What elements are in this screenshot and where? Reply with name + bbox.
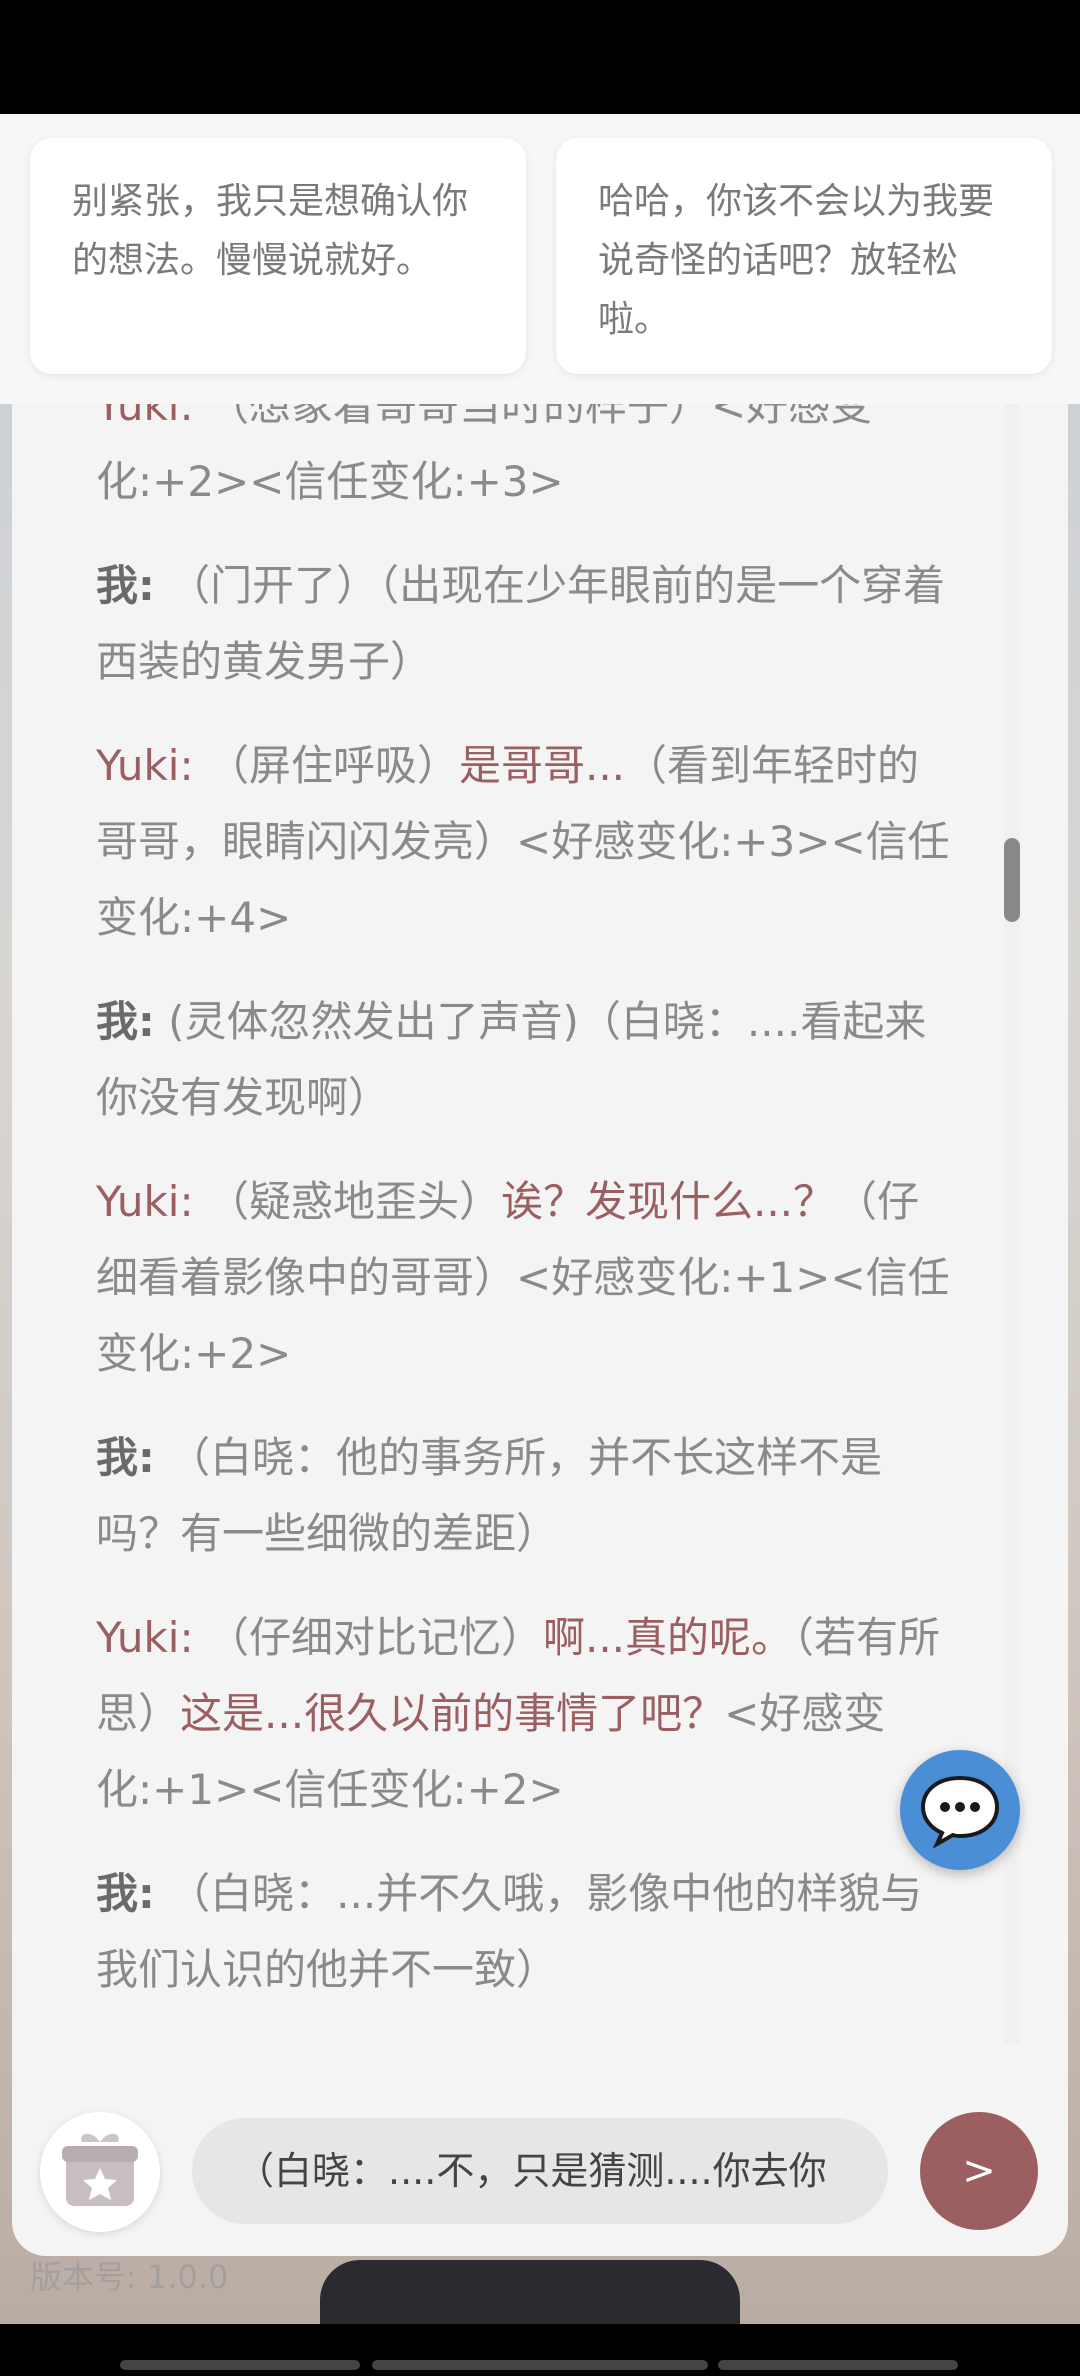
send-button[interactable]: > [920,2112,1038,2230]
suggestion-card[interactable]: 哈哈，你该不会以为我要说奇怪的话吧？放轻松啦。 [556,138,1052,374]
narration-text: （仔细对比记忆） [193,1613,543,1662]
chat-message: Yuki: （疑惑地歪头）诶？发现什么...？（仔细看着影像中的哥哥）<好感变化… [96,1164,956,1392]
speech-bubble-icon[interactable] [900,1750,1020,1870]
gift-star-icon[interactable] [40,2112,160,2232]
narration-text: (灵体忽然发出了声音)（白晓：....看起来你没有发现啊） [96,997,927,1122]
status-bar [0,0,1080,114]
speaker-name: Yuki: [96,1613,194,1662]
background-character [320,2260,740,2324]
narration-text: （门开了）（出现在少年眼前的是一个穿着西装的黄发男子） [96,561,946,686]
speaker-name: 我: [96,561,155,610]
narration-text: （白晓：...并不久哦，影像中他的样貌与我们认识的他并不一致） [96,1869,923,1994]
chat-message: Yuki: （屏住呼吸）是哥哥...（看到年轻时的哥哥，眼睛闪闪发亮）<好感变化… [96,728,956,956]
narration-text: （疑惑地歪头） [193,1177,501,1226]
dialogue-text: 诶？发现什么...？ [500,1177,836,1226]
speaker-name: Yuki: [96,741,194,790]
narration-text: （屏住呼吸） [193,741,459,790]
narration-text: （白晓：他的事务所，并不长这样不是吗？有一些细微的差距） [96,1433,883,1558]
dialogue-text: 是哥哥... [458,741,626,790]
nav-segment[interactable] [120,2360,360,2370]
chat-message: Yuki: （仔细对比记忆）啊...真的呢。（若有所思）这是...很久以前的事情… [96,1600,956,1828]
suggestion-card[interactable]: 别紧张，我只是想确认你的想法。慢慢说就好。 [30,138,526,374]
chat-message: 我: （白晓：他的事务所，并不长这样不是吗？有一些细微的差距） [96,1420,956,1572]
speaker-name: 我: [96,1433,155,1482]
message-input[interactable]: （白晓：....不，只是猜测....你去你 [192,2118,888,2224]
nav-segment[interactable] [718,2360,958,2370]
nav-segment[interactable] [372,2360,708,2370]
scrollbar-thumb[interactable] [1004,838,1020,922]
version-label: 版本号: 1.0.0 [30,2258,229,2296]
chat-message: 我: （门开了）（出现在少年眼前的是一个穿着西装的黄发男子） [96,548,956,700]
dialogue-text: 啊...真的呢。 [542,1613,794,1662]
chat-message: 我: （白晓：...并不久哦，影像中他的样貌与我们认识的他并不一致） [96,1856,956,2008]
speaker-name: Yuki: [96,1177,194,1226]
chat-message: 我: (灵体忽然发出了声音)（白晓：....看起来你没有发现啊） [96,984,956,1136]
speaker-name: 我: [96,1869,155,1918]
speaker-name: 我: [96,997,155,1046]
dialogue-text: 这是...很久以前的事情了吧？ [180,1689,725,1738]
chat-log[interactable]: Yuki: （想象着哥哥当时的样子）<好感变化:+2><信任变化:+3> 我: （… [96,370,956,2042]
